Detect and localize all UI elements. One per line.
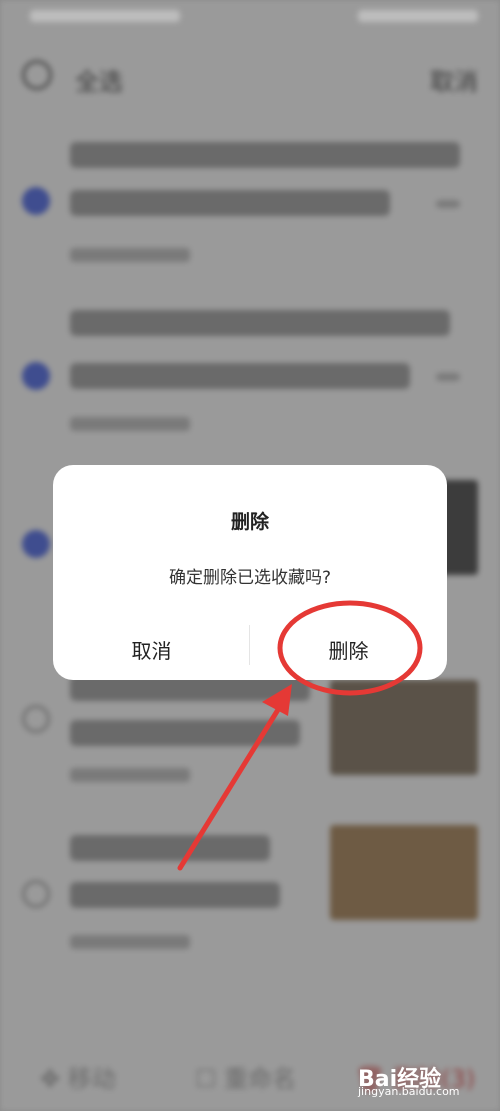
status-right (358, 10, 478, 22)
item-meta (70, 417, 190, 431)
delete-confirm-dialog: 删除 确定删除已选收藏吗? 取消 删除 (53, 465, 447, 680)
rename-label: 重命名 (224, 1065, 297, 1093)
dialog-delete-button[interactable]: 删除 (250, 635, 447, 664)
list-item[interactable] (0, 130, 500, 280)
item-thumbnail (330, 680, 478, 775)
item-meta (70, 248, 190, 262)
top-cancel-button[interactable]: 取消 (430, 62, 478, 97)
item-checkbox[interactable] (22, 530, 50, 558)
move-button[interactable]: ✥ 移动 (40, 1059, 116, 1094)
edit-icon: ☐ (195, 1065, 217, 1093)
dialog-message: 确定删除已选收藏吗? (168, 568, 332, 588)
item-title-line (70, 720, 300, 746)
baidu-jingyan-watermark: Bai经验 jingyan.baidu.com (358, 1061, 488, 1103)
item-title-line (70, 310, 450, 336)
item-thumbnail (330, 825, 478, 920)
list-item[interactable] (0, 305, 500, 455)
dialog-cancel-button[interactable]: 取消 (53, 635, 250, 664)
rename-button[interactable]: ☐ 重命名 (195, 1059, 296, 1094)
watermark-url: jingyan.baidu.com (358, 1085, 460, 1098)
item-title-line (70, 142, 460, 168)
status-left (30, 10, 180, 22)
item-checkbox[interactable] (22, 362, 50, 390)
item-meta (70, 935, 190, 949)
item-checkbox[interactable] (22, 705, 50, 733)
status-bar (0, 0, 500, 36)
move-icon: ✥ (40, 1065, 61, 1093)
top-bar: 全选 取消 (0, 50, 500, 105)
more-icon[interactable] (436, 373, 460, 381)
move-label: 移动 (67, 1065, 116, 1093)
item-meta (70, 768, 190, 782)
select-all-checkbox[interactable] (22, 60, 52, 90)
list-item[interactable] (0, 820, 500, 970)
item-checkbox[interactable] (22, 880, 50, 908)
item-title-line (70, 835, 270, 861)
item-title-line (70, 190, 390, 216)
dialog-title: 删除 (230, 511, 269, 533)
item-title-line (70, 882, 280, 908)
select-all-label[interactable]: 全选 (75, 62, 123, 97)
item-checkbox[interactable] (22, 187, 50, 215)
more-icon[interactable] (436, 200, 460, 208)
item-title-line (70, 363, 410, 389)
